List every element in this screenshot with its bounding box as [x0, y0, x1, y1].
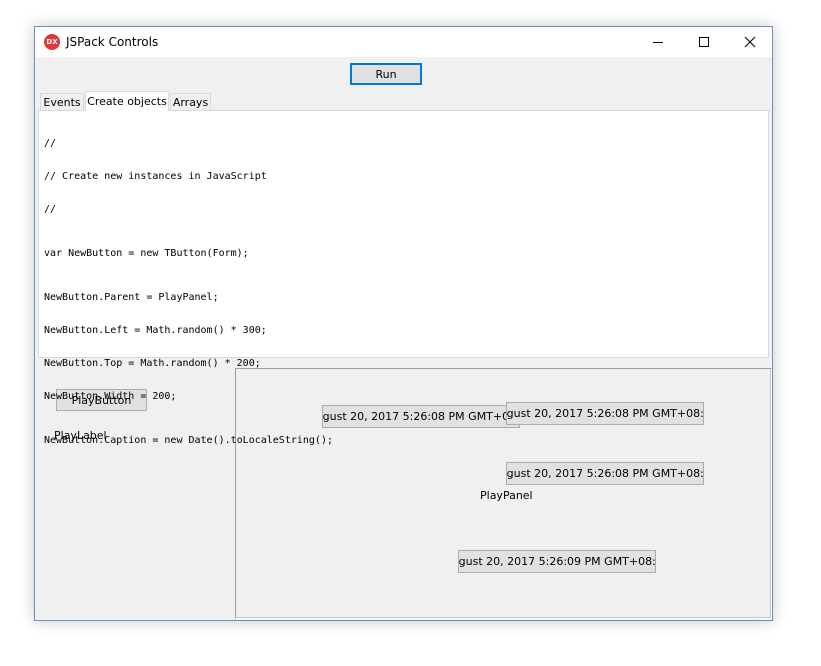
code-line: NewButton.Caption = new Date().toLocaleS…	[44, 435, 333, 446]
code-line: // Create new instances in JavaScript	[44, 171, 267, 182]
generated-date-button-label: August 20, 2017 5:26:08 PM GMT+08:00	[322, 410, 519, 423]
maximize-icon	[699, 37, 709, 47]
code-line: NewButton.Left = Math.random() * 300;	[44, 325, 267, 336]
code-line: //	[44, 138, 57, 149]
code-line: NewButton.Parent = PlayPanel;	[44, 292, 219, 303]
generated-date-button[interactable]: August 20, 2017 5:26:08 PM GMT+08:00	[506, 402, 704, 425]
minimize-button[interactable]	[635, 27, 681, 57]
code-line: //	[44, 204, 57, 215]
maximize-button[interactable]	[681, 27, 727, 57]
tab-arrays[interactable]: Arrays	[170, 93, 211, 111]
app-logo-icon: DX	[44, 34, 60, 50]
minimize-icon	[653, 42, 663, 43]
code-line: var NewButton = new TButton(Form);	[44, 248, 249, 259]
close-button[interactable]	[727, 27, 773, 57]
generated-date-button[interactable]: August 20, 2017 5:26:09 PM GMT+08:00	[458, 550, 656, 573]
code-line: NewButton.Width = 200;	[44, 391, 177, 402]
close-icon	[744, 36, 756, 48]
play-panel-caption: PlayPanel	[480, 489, 533, 502]
generated-date-button-label: August 20, 2017 5:26:08 PM GMT+08:00	[506, 407, 704, 420]
tab-events[interactable]: Events	[40, 93, 84, 111]
run-button[interactable]: Run	[350, 63, 422, 85]
generated-date-button-label: August 20, 2017 5:26:08 PM GMT+08:00	[506, 467, 704, 480]
tab-create-objects[interactable]: Create objects	[85, 91, 169, 111]
generated-date-button[interactable]: August 20, 2017 5:26:08 PM GMT+08:00	[322, 405, 520, 428]
code-line: NewButton.Top = Math.random() * 200;	[44, 358, 261, 369]
code-editor[interactable]: // // Create new instances in JavaScript…	[38, 110, 769, 446]
generated-date-button-label: August 20, 2017 5:26:09 PM GMT+08:00	[458, 555, 656, 568]
window-title: JSPack Controls	[66, 35, 159, 49]
title-bar[interactable]: DX JSPack Controls	[35, 27, 772, 57]
main-window: DX JSPack Controls Run Events Create obj…	[34, 26, 773, 621]
code-text: // // Create new instances in JavaScript…	[44, 116, 333, 468]
generated-date-button[interactable]: August 20, 2017 5:26:08 PM GMT+08:00	[506, 462, 704, 485]
